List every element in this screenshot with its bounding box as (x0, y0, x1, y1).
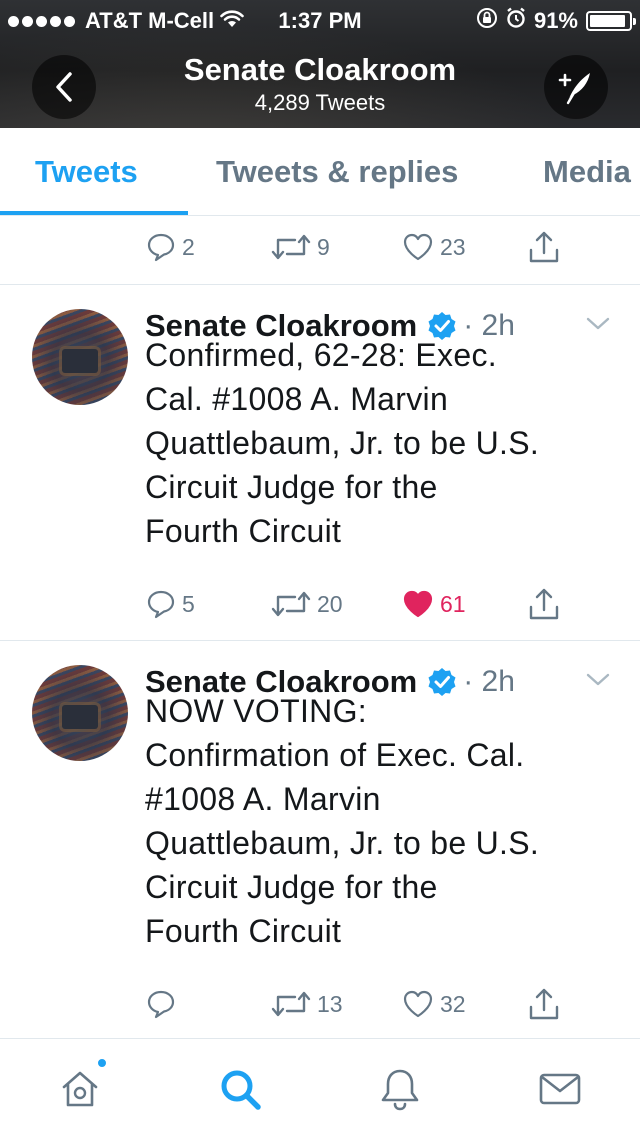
share-icon (529, 988, 559, 1020)
like-count: 61 (440, 590, 466, 617)
chevron-down-icon[interactable] (585, 316, 611, 332)
status-bar: AT&T M-Cell 1:37 PM 91% (0, 0, 640, 40)
tweet[interactable]: Senate Cloakroom · 2h Confirmed, 62-28: … (0, 306, 640, 640)
nav-bar: Senate Cloakroom 4,289 Tweets (0, 40, 640, 128)
tab-tweets-and-replies[interactable]: Tweets & replies (216, 154, 458, 190)
reply-icon (147, 590, 175, 619)
search-tab[interactable] (214, 1063, 266, 1115)
divider (0, 640, 640, 641)
tweet-actions: 2 9 23 (0, 227, 640, 267)
avatar[interactable] (32, 665, 128, 761)
retweet-icon (271, 591, 311, 617)
tweet-text: NOW VOTING: Confirmation of Exec. Cal. #… (145, 693, 540, 949)
avatar[interactable] (32, 309, 128, 405)
heart-icon (403, 990, 433, 1018)
battery-icon (586, 11, 636, 31)
tweet-text: Confirmed, 62-28: Exec. Cal. #1008 A. Ma… (145, 337, 540, 549)
heart-filled-icon (403, 590, 433, 618)
bell-icon (381, 1069, 419, 1111)
divider (0, 284, 640, 285)
profile-tabs: Tweets Tweets & replies Media (0, 128, 640, 216)
tweet-actions: 5 20 61 (0, 584, 640, 624)
retweet-button[interactable]: 20 (271, 584, 343, 624)
profile-header: AT&T M-Cell 1:37 PM 91% Senate Cloakroom… (0, 0, 640, 128)
like-count: 32 (440, 990, 466, 1017)
retweet-count: 9 (317, 233, 330, 260)
share-button[interactable] (528, 984, 560, 1024)
compose-tweet-button[interactable] (544, 55, 608, 119)
like-button[interactable]: 32 (402, 984, 466, 1024)
reply-count: 2 (182, 233, 195, 260)
like-button[interactable]: 23 (402, 227, 466, 267)
active-tab-indicator (0, 211, 188, 215)
alarm-icon (506, 7, 526, 35)
retweet-icon (271, 991, 311, 1017)
reply-count: 5 (182, 590, 195, 617)
bottom-tab-bar (0, 1038, 640, 1136)
tab-tweets[interactable]: Tweets (35, 154, 138, 190)
mail-icon (539, 1073, 581, 1105)
home-icon (62, 1071, 98, 1107)
retweet-button[interactable]: 9 (271, 227, 330, 267)
tweet-actions: 13 32 (0, 984, 640, 1024)
battery-fill (590, 15, 625, 27)
like-count: 23 (440, 233, 466, 260)
retweet-count: 20 (317, 590, 343, 617)
reply-icon (147, 233, 175, 262)
status-right: 91% (476, 7, 636, 35)
compose-tweet-icon (558, 73, 590, 105)
share-button[interactable] (528, 584, 560, 624)
reply-icon (147, 990, 175, 1019)
like-button[interactable]: 61 (402, 584, 466, 624)
reply-button[interactable]: 5 (146, 584, 195, 624)
share-icon (529, 588, 559, 620)
retweet-count: 13 (317, 990, 343, 1017)
home-tab[interactable] (54, 1057, 108, 1115)
reply-button[interactable] (146, 984, 182, 1024)
rotation-lock-icon (476, 7, 498, 35)
search-icon (221, 1070, 261, 1110)
reply-button[interactable]: 2 (146, 227, 195, 267)
retweet-button[interactable]: 13 (271, 984, 343, 1024)
heart-icon (403, 233, 433, 261)
tab-media[interactable]: Media (543, 154, 631, 190)
share-icon (529, 231, 559, 263)
notifications-tab[interactable] (374, 1063, 426, 1115)
share-button[interactable] (528, 227, 560, 267)
battery-percent: 91% (533, 8, 578, 33)
retweet-icon (271, 234, 311, 260)
notification-dot (96, 1057, 108, 1069)
tweet[interactable]: Senate Cloakroom · 2h NOW VOTING: Confir… (0, 662, 640, 1037)
chevron-down-icon[interactable] (585, 672, 611, 688)
messages-tab[interactable] (534, 1063, 586, 1115)
